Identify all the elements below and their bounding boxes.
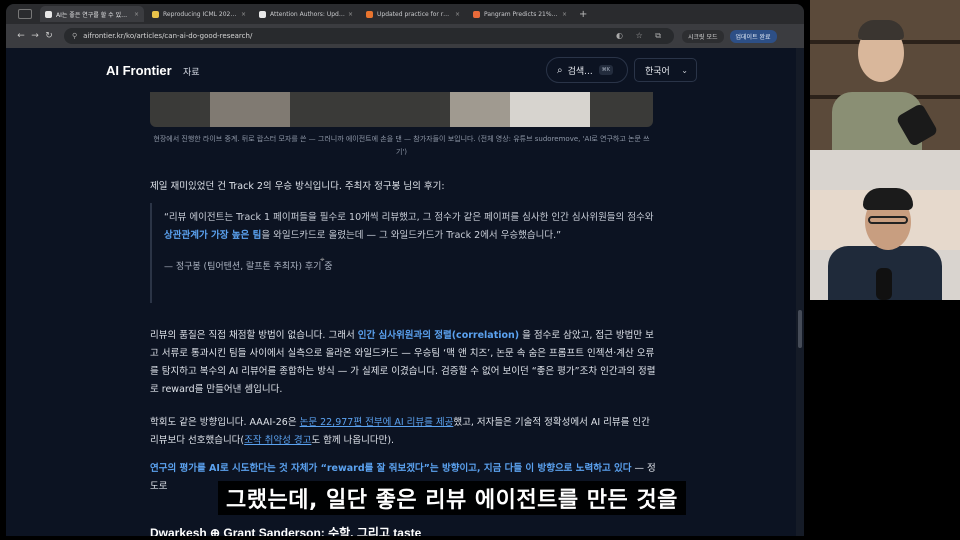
- tab-label: Updated practice for review: [377, 10, 452, 18]
- video-figure: [510, 92, 590, 127]
- glasses-icon: [868, 216, 908, 224]
- quote-highlight: 상관관계가 가장 높은 팀: [164, 230, 262, 241]
- mouse-cursor-icon: ⌖: [320, 255, 325, 264]
- search-shortcut: ⌘K: [598, 65, 614, 75]
- update-chip[interactable]: 업데이트 완료: [729, 29, 777, 43]
- web-page: AI Frontier 자료 ⌕ 검색... ⌘K 한국어 ⌄ 현장에서 진행한…: [6, 48, 804, 536]
- video-figure: [210, 92, 290, 127]
- tab-label: Attention Authors: Updated: [270, 10, 345, 18]
- tab-close-icon[interactable]: ×: [241, 11, 246, 18]
- tab-favicon-icon: [366, 10, 373, 18]
- back-icon[interactable]: ←: [14, 31, 28, 41]
- nav-link-resources[interactable]: 자료: [183, 65, 200, 78]
- tab-favicon-icon: [473, 10, 480, 18]
- paragraph-review-quality: 리뷰의 품질은 직접 채점할 방법이 없습니다. 그래서 인간 심사위원과의 정…: [150, 327, 660, 399]
- address-bar[interactable]: ⚲ aifrontier.kr/ko/articles/can-ai-do-go…: [64, 28, 674, 44]
- browser-toolbar: ← → ↻ ⚲ aifrontier.kr/ko/articles/can-ai…: [6, 24, 804, 48]
- browser-tab[interactable]: Updated practice for review ×: [361, 6, 465, 22]
- section-heading: Dwarkesh ⊕ Grant Sanderson: 수학, 그리고 tast…: [150, 526, 422, 536]
- address-bar-icons[interactable]: ◐ ☆ ⧉: [616, 31, 666, 41]
- video-subtitle: 그랬는데, 일단 좋은 리뷰 에이전트를 만든 것을: [218, 481, 686, 515]
- browser-tab[interactable]: Pangram Predicts 21% of IC ×: [468, 6, 572, 22]
- tab-close-icon[interactable]: ×: [562, 11, 567, 18]
- quote-attribution: — 정구봉 (팀어텐션, 랄프톤 주최자) 후기 중: [164, 262, 333, 272]
- scrollbar-track[interactable]: [796, 48, 804, 536]
- tab-label: Pangram Predicts 21% of IC: [484, 10, 559, 18]
- para2-pre: 리뷰의 품질은 직접 채점할 방법이 없습니다. 그래서: [150, 330, 358, 341]
- tab-label: Reproducing ICML 2026 - a: [163, 10, 238, 18]
- search-button[interactable]: ⌕ 검색... ⌘K: [546, 57, 628, 83]
- chevron-down-icon: ⌄: [681, 65, 688, 75]
- url-text: aifrontier.kr/ko/articles/can-ai-do-good…: [83, 32, 253, 40]
- quote-text: “리뷰 에이전트는 Track 1 페이퍼들을 필수로 10개씩 리뷰했고, 그…: [164, 209, 660, 245]
- paragraph-track2: 제일 재미있었던 건 Track 2의 우승 방식입니다. 주최자 정구봉 님의…: [150, 181, 445, 192]
- new-tab-icon[interactable]: +: [579, 9, 587, 20]
- quote-text-pre: “리뷰 에이전트는 Track 1 페이퍼들을 필수로 10개씩 리뷰했고, 그…: [164, 212, 654, 223]
- browser-tab[interactable]: Attention Authors: Updated ×: [254, 6, 358, 22]
- aaai-review-link[interactable]: 논문 22,977편 전부에 AI 리뷰를 제공: [300, 417, 454, 428]
- tab-overview-icon[interactable]: [18, 9, 32, 19]
- manipulation-warning-link[interactable]: 조작 취약성 경고: [244, 435, 311, 446]
- tab-bar: AI는 좋은 연구를 할 수 있을까 — ×Reproducing ICML 2…: [6, 4, 804, 24]
- quote-text-post: 을 와일드카드로 올렸는데 — 그 와일드카드가 Track 2에서 우승했습니…: [261, 230, 562, 241]
- tab-list: AI는 좋은 연구를 할 수 있을까 — ×Reproducing ICML 2…: [40, 6, 575, 22]
- screen: AI는 좋은 연구를 할 수 있을까 — ×Reproducing ICML 2…: [0, 0, 960, 540]
- person-hair: [863, 188, 913, 210]
- search-label: 검색...: [567, 66, 593, 77]
- person-hair: [858, 20, 904, 40]
- tab-favicon-icon: [259, 10, 266, 18]
- video-figure: [450, 92, 510, 127]
- reload-icon[interactable]: ↻: [42, 31, 56, 41]
- para4-highlight: 연구의 평가를 AI로 시도한다는 것 자체가 “reward를 잘 줘보겠다”…: [150, 463, 632, 474]
- tab-close-icon[interactable]: ×: [134, 11, 139, 18]
- browser-tab[interactable]: AI는 좋은 연구를 할 수 있을까 — ×: [40, 6, 144, 22]
- tab-close-icon[interactable]: ×: [348, 11, 353, 18]
- webcam-bottom: [810, 150, 960, 300]
- forward-icon[interactable]: →: [28, 31, 42, 41]
- paragraph-aaai: 학회도 같은 방향입니다. AAAI-26은 논문 22,977편 전부에 AI…: [150, 414, 660, 450]
- toolbar-right: 시크릿 모드 업데이트 완료: [682, 29, 777, 43]
- search-icon: ⌕: [557, 64, 563, 76]
- image-caption: 현장에서 진행한 라이브 중계. 뒤로 랍스터 모자를 쓴 — 그러니까 에이전…: [153, 135, 650, 156]
- site-info-icon[interactable]: ⚲: [72, 32, 77, 40]
- para3-pre: 학회도 같은 방향입니다. AAAI-26은: [150, 417, 300, 428]
- site-header: AI Frontier 자료 ⌕ 검색... ⌘K 한국어 ⌄: [6, 48, 796, 94]
- blockquote: “리뷰 에이전트는 Track 1 페이퍼들을 필수로 10개씩 리뷰했고, 그…: [150, 203, 660, 303]
- video-image[interactable]: [150, 92, 653, 127]
- browser-window: AI는 좋은 연구를 할 수 있을까 — ×Reproducing ICML 2…: [6, 4, 804, 536]
- scrollbar-thumb[interactable]: [798, 310, 802, 348]
- language-label: 한국어: [645, 66, 670, 77]
- webcam-top: [810, 0, 960, 150]
- microphone-icon: [876, 268, 892, 300]
- tab-favicon-icon: [152, 10, 159, 18]
- language-select[interactable]: 한국어 ⌄: [634, 58, 697, 82]
- para2-highlight: 인간 심사위원과의 정렬(correlation): [357, 330, 520, 341]
- para3-post: 도 함께 나옵니다만).: [311, 435, 395, 446]
- tab-close-icon[interactable]: ×: [455, 11, 460, 18]
- site-logo[interactable]: AI Frontier: [106, 63, 172, 78]
- tab-favicon-icon: [45, 10, 52, 18]
- tab-label: AI는 좋은 연구를 할 수 있을까 —: [56, 11, 131, 19]
- incognito-chip[interactable]: 시크릿 모드: [682, 29, 724, 43]
- browser-tab[interactable]: Reproducing ICML 2026 - a ×: [147, 6, 251, 22]
